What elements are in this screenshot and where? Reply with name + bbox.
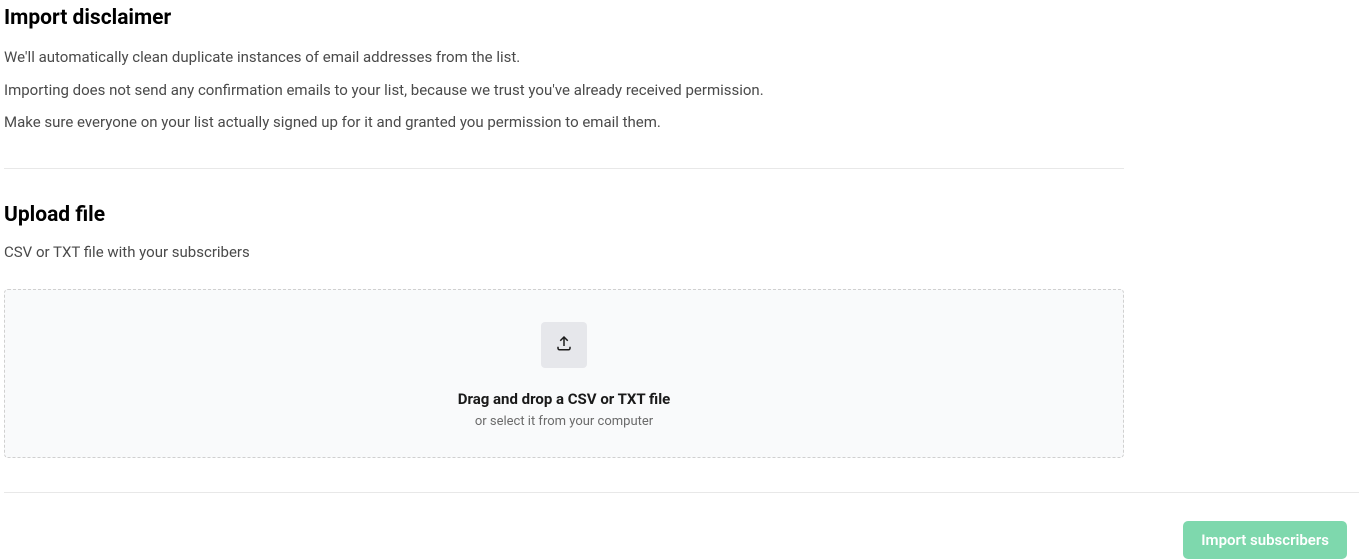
dropzone-subtitle: or select it from your computer [475, 414, 653, 429]
disclaimer-line: Make sure everyone on your list actually… [4, 111, 1124, 134]
upload-file-section: Upload file CSV or TXT file with your su… [4, 203, 1124, 458]
disclaimer-line: Importing does not send any confirmation… [4, 79, 1124, 102]
import-disclaimer-section: Import disclaimer We'll automatically cl… [4, 6, 1124, 134]
footer-actions: Import subscribers [4, 493, 1359, 559]
dropzone-title: Drag and drop a CSV or TXT file [458, 390, 671, 408]
upload-file-title: Upload file [4, 203, 1124, 227]
file-dropzone[interactable]: Drag and drop a CSV or TXT file or selec… [4, 289, 1124, 458]
disclaimer-line: We'll automatically clean duplicate inst… [4, 46, 1124, 69]
import-subscribers-button[interactable]: Import subscribers [1183, 521, 1347, 559]
import-disclaimer-title: Import disclaimer [4, 6, 1124, 30]
upload-file-subtitle: CSV or TXT file with your subscribers [4, 243, 1124, 261]
section-divider [4, 168, 1124, 169]
upload-icon-box [541, 322, 587, 368]
upload-icon [555, 334, 573, 356]
